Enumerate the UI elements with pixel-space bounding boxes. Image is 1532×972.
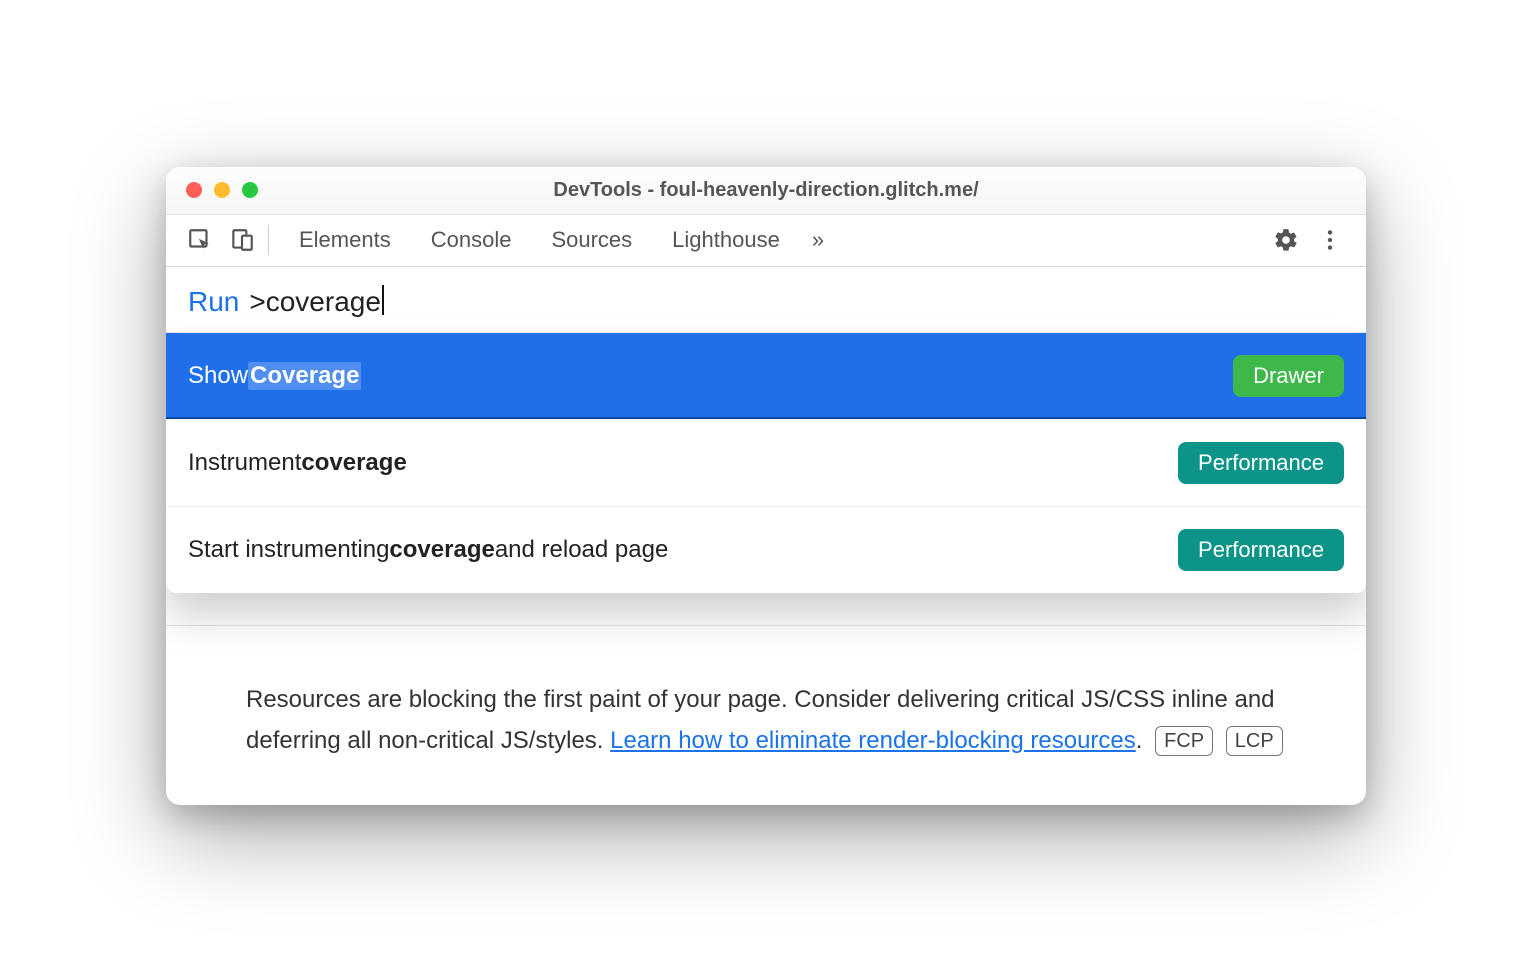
devtools-toolbar: Elements Console Sources Lighthouse »	[166, 215, 1366, 267]
suggestion-label: Show Coverage	[188, 362, 361, 390]
command-menu-prefix: Run	[188, 286, 239, 318]
tab-sources[interactable]: Sources	[551, 227, 632, 253]
suggestion-start-instrumenting-coverage[interactable]: Start instrumenting coverage and reload …	[166, 506, 1366, 593]
learn-more-link[interactable]: Learn how to eliminate render-blocking r…	[610, 727, 1136, 754]
minimize-window-button[interactable]	[214, 182, 230, 198]
command-menu-input-row[interactable]: Run >coverage	[166, 267, 1366, 332]
device-toolbar-icon[interactable]	[222, 220, 262, 260]
suggestion-tag-performance: Performance	[1178, 529, 1344, 571]
titlebar: DevTools - foul-heavenly-direction.glitc…	[166, 167, 1366, 215]
zoom-window-button[interactable]	[242, 182, 258, 198]
hint-text-tail: .	[1136, 727, 1143, 754]
panel-tabs: Elements Console Sources Lighthouse	[299, 227, 780, 253]
text-caret	[382, 285, 384, 315]
traffic-lights	[166, 182, 258, 198]
inspect-element-icon[interactable]	[180, 220, 220, 260]
tab-lighthouse[interactable]: Lighthouse	[672, 227, 780, 253]
suggestion-label: Start instrumenting coverage and reload …	[188, 536, 668, 564]
tab-console[interactable]: Console	[431, 227, 512, 253]
suggestion-show-coverage[interactable]: Show Coverage Drawer	[166, 333, 1366, 419]
window-title: DevTools - foul-heavenly-direction.glitc…	[166, 179, 1366, 202]
kebab-menu-icon[interactable]	[1310, 220, 1350, 260]
settings-gear-icon[interactable]	[1266, 220, 1306, 260]
divider	[268, 225, 269, 255]
audit-hint: Resources are blocking the first paint o…	[166, 625, 1366, 806]
tab-elements[interactable]: Elements	[299, 227, 391, 253]
suggestion-tag-performance: Performance	[1178, 442, 1344, 484]
suggestion-label: Instrument coverage	[188, 449, 407, 477]
suggestion-instrument-coverage[interactable]: Instrument coverage Performance	[166, 419, 1366, 506]
more-tabs-icon[interactable]: »	[812, 227, 824, 253]
command-menu-suggestions: Show Coverage Drawer Instrument coverage…	[166, 332, 1366, 593]
metric-chip-fcp: FCP	[1155, 726, 1213, 756]
close-window-button[interactable]	[186, 182, 202, 198]
metric-chip-lcp: LCP	[1226, 726, 1283, 756]
suggestion-tag-drawer: Drawer	[1233, 355, 1344, 397]
devtools-window: DevTools - foul-heavenly-direction.glitc…	[166, 167, 1366, 806]
command-menu-query: >coverage	[249, 285, 384, 318]
